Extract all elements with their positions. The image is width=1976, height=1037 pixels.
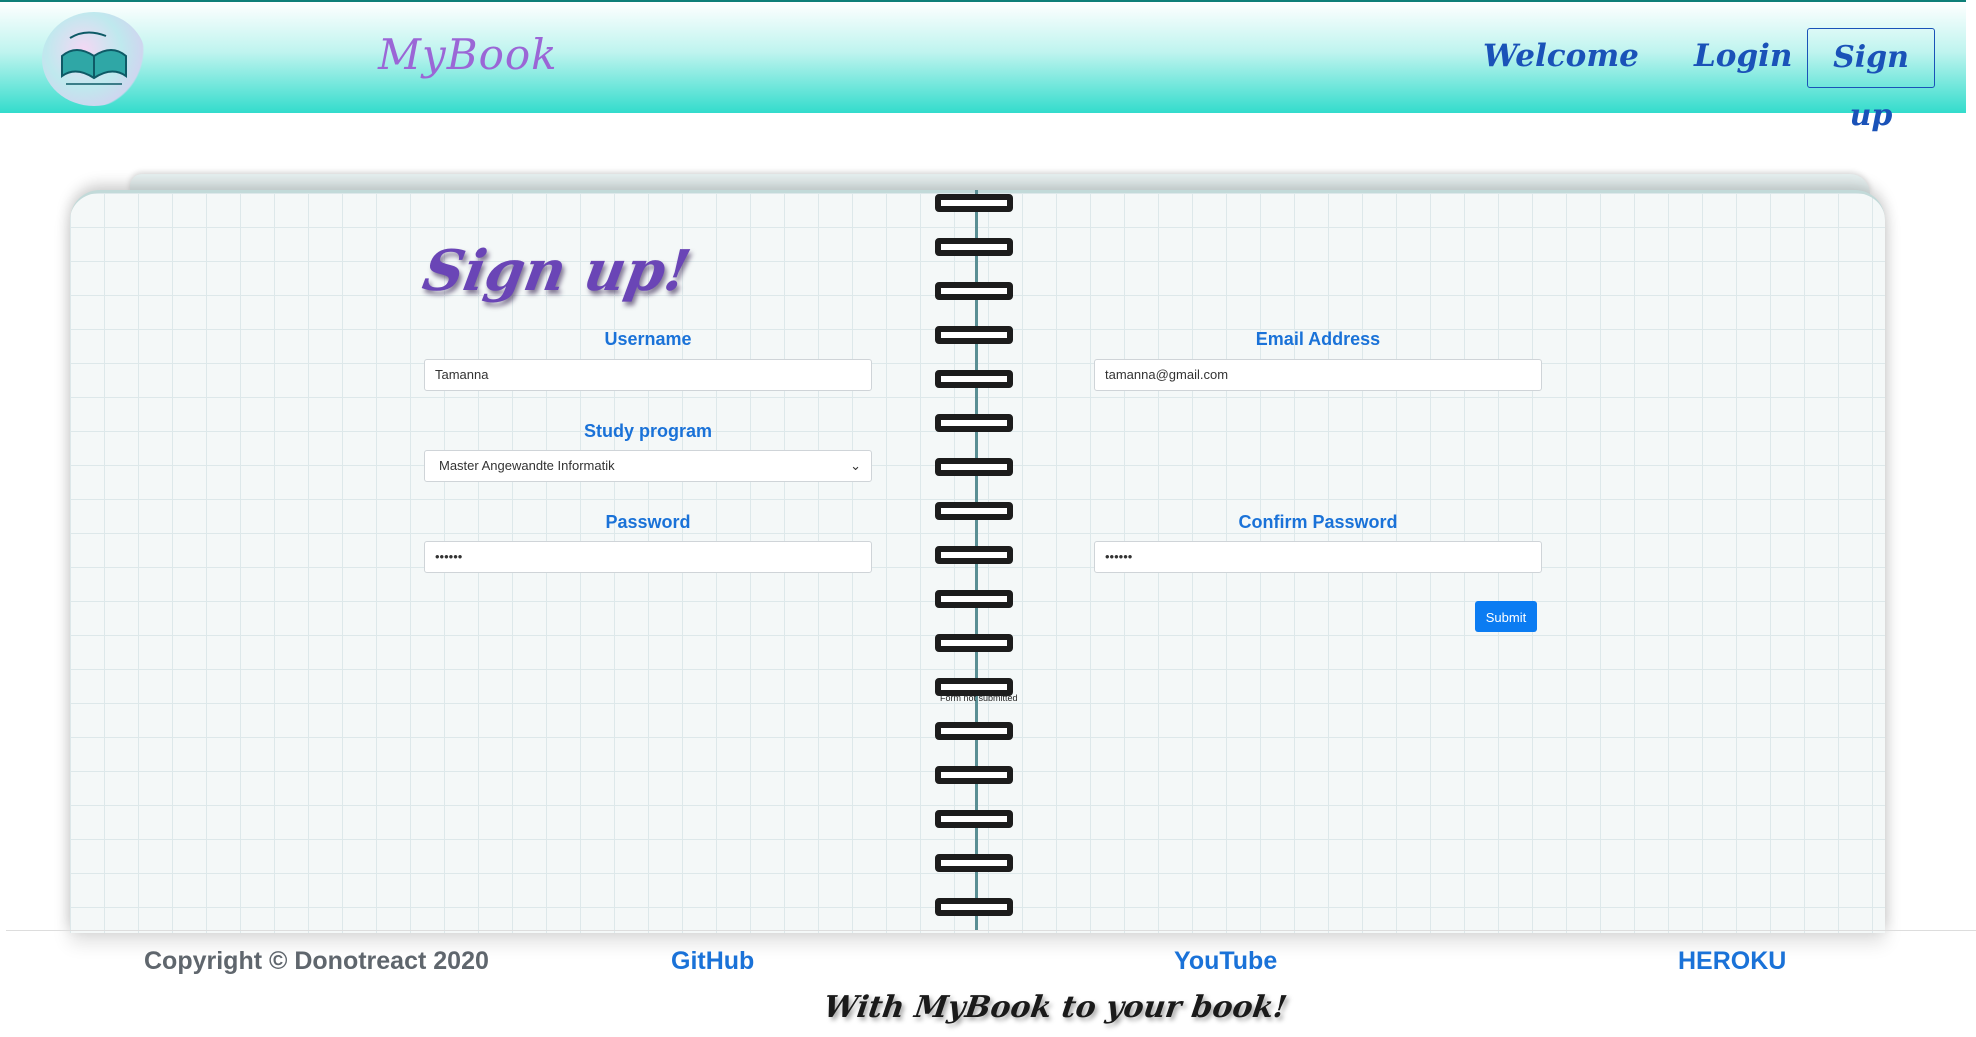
nav-login-link[interactable]: Login — [1694, 38, 1792, 74]
form-title: Sign up! — [418, 238, 696, 304]
spiral-ring — [935, 502, 1013, 520]
footer-tagline: With MyBook to your book! — [821, 990, 1290, 1025]
nav-welcome-link[interactable]: Welcome — [1483, 38, 1639, 74]
spiral-ring — [935, 458, 1013, 476]
email-label: Email Address — [1255, 329, 1381, 349]
spiral-ring — [935, 810, 1013, 828]
email-input[interactable]: tamanna@gmail.com — [1094, 359, 1542, 391]
notebook-spiral — [935, 190, 1015, 930]
spiral-ring — [935, 238, 1013, 256]
footer-github-link[interactable]: GitHub — [671, 947, 754, 976]
form-status-text: Form not submitted — [940, 693, 1018, 703]
spiral-ring — [935, 370, 1013, 388]
confirm-password-label: Confirm Password — [1238, 512, 1398, 532]
spiral-ring — [935, 546, 1013, 564]
spiral-ring — [935, 282, 1013, 300]
footer-copyright: Copyright © Donotreact 2020 — [144, 947, 489, 975]
confirm-password-input[interactable]: •••••• — [1094, 541, 1542, 573]
submit-button[interactable]: Submit — [1475, 601, 1537, 632]
nav-signup-link[interactable]: Sign up — [1807, 28, 1935, 133]
footer-divider — [6, 930, 1976, 931]
spiral-ring — [935, 722, 1013, 740]
spiral-ring — [935, 590, 1013, 608]
study-program-label: Study program — [583, 421, 712, 441]
navbar: MyBook Welcome Login Sign up — [0, 0, 1966, 133]
study-program-select[interactable]: Master Angewandte Informatik ⌄ — [424, 450, 872, 482]
spiral-ring — [935, 854, 1013, 872]
footer-youtube-link[interactable]: YouTube — [1174, 947, 1277, 976]
footer-heroku-link[interactable]: HEROKU — [1678, 947, 1786, 976]
spiral-ring — [935, 414, 1013, 432]
book-logo-icon[interactable] — [42, 12, 146, 106]
spiral-ring — [935, 898, 1013, 916]
spiral-ring — [935, 634, 1013, 652]
password-input[interactable]: •••••• — [424, 541, 872, 573]
spiral-ring — [935, 194, 1013, 212]
username-label: Username — [604, 329, 692, 349]
chevron-down-icon: ⌄ — [850, 458, 861, 473]
password-label: Password — [605, 512, 691, 532]
spiral-ring — [935, 326, 1013, 344]
study-program-value: Master Angewandte Informatik — [439, 458, 615, 473]
spiral-ring — [935, 766, 1013, 784]
username-input[interactable]: Tamanna — [424, 359, 872, 391]
brand-name[interactable]: MyBook — [378, 30, 558, 79]
